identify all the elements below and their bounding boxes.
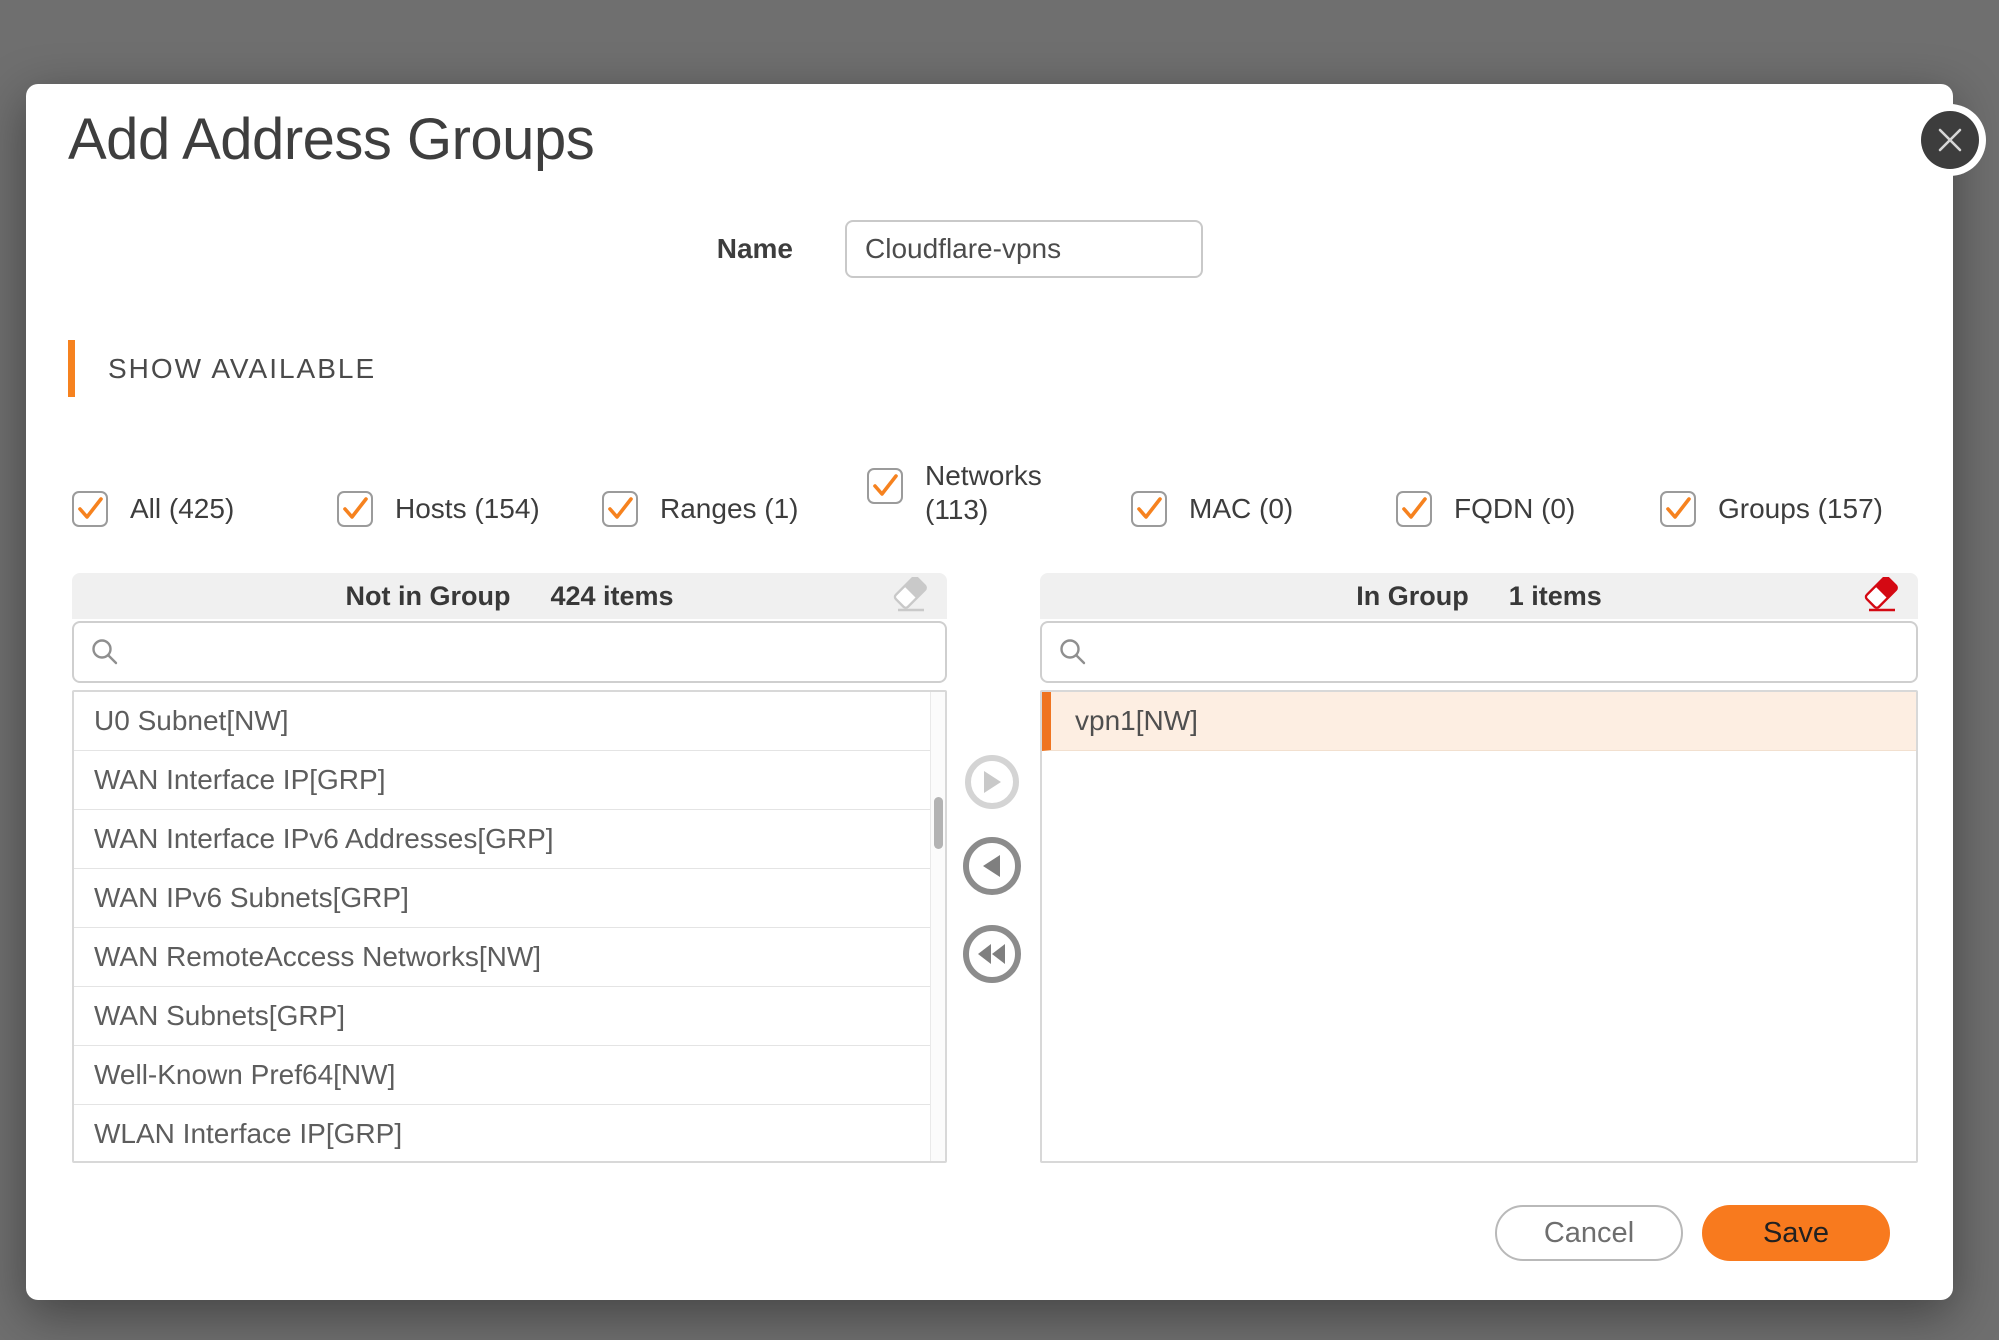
check-icon — [1133, 493, 1165, 525]
check-icon — [1398, 493, 1430, 525]
filter-checkbox-hosts[interactable]: Hosts (154) — [337, 487, 540, 531]
close-icon — [1937, 127, 1963, 153]
filter-checkbox-groups[interactable]: Groups (157) — [1660, 487, 1883, 531]
section-accent-bar — [68, 340, 75, 397]
not-in-group-search[interactable] — [72, 621, 947, 683]
search-input[interactable] — [1100, 636, 1900, 669]
checkbox[interactable] — [1660, 491, 1696, 527]
list-item[interactable]: U0 Subnet[NW] — [74, 692, 945, 751]
list-scrollbar[interactable] — [930, 692, 945, 1161]
filter-label: Networks(113) — [925, 459, 1042, 527]
move-left-button[interactable] — [963, 837, 1021, 895]
list-item[interactable]: Well-Known Pref64[NW] — [74, 1046, 945, 1105]
checkbox[interactable] — [867, 468, 903, 504]
cancel-button[interactable]: Cancel — [1495, 1205, 1683, 1261]
filter-checkbox-fqdn[interactable]: FQDN (0) — [1396, 487, 1575, 531]
check-icon — [74, 493, 106, 525]
list-item[interactable]: WAN Subnets[GRP] — [74, 987, 945, 1046]
move-all-left-button[interactable] — [963, 925, 1021, 983]
list-item[interactable]: WAN RemoteAccess Networks[NW] — [74, 928, 945, 987]
dimmed-overlay: Add Address Groups Name SHOW AVAILABLE A… — [0, 0, 1999, 1340]
filter-label: Hosts (154) — [395, 492, 540, 526]
clear-group-icon[interactable] — [1862, 577, 1900, 615]
not-in-group-panel: Not in Group 424 items U0 Subn — [72, 573, 947, 1163]
filter-label: Ranges (1) — [660, 492, 799, 526]
search-icon — [1058, 637, 1088, 667]
arrow-left-icon — [982, 854, 1002, 878]
clear-selection-icon[interactable] — [891, 577, 929, 615]
filter-checkbox-networks[interactable]: Networks(113) — [867, 452, 1042, 524]
checkbox[interactable] — [602, 491, 638, 527]
arrow-right-icon — [982, 770, 1002, 794]
checkbox[interactable] — [337, 491, 373, 527]
panel-count: 1 items — [1509, 581, 1602, 612]
add-address-groups-dialog: Add Address Groups Name SHOW AVAILABLE A… — [26, 84, 1953, 1300]
panel-count: 424 items — [550, 581, 673, 612]
in-group-header: In Group 1 items — [1040, 573, 1918, 619]
name-label: Name — [626, 231, 793, 267]
checkbox[interactable] — [72, 491, 108, 527]
filter-label: FQDN (0) — [1454, 492, 1575, 526]
search-input[interactable] — [132, 636, 929, 669]
panel-title: In Group — [1356, 581, 1468, 612]
search-icon — [90, 637, 120, 667]
check-icon — [339, 493, 371, 525]
dialog-title: Add Address Groups — [68, 106, 594, 173]
move-right-button[interactable] — [965, 755, 1019, 809]
filter-checkbox-ranges[interactable]: Ranges (1) — [602, 487, 799, 531]
list-item[interactable]: WAN IPv6 Subnets[GRP] — [74, 869, 945, 928]
checkbox[interactable] — [1131, 491, 1167, 527]
in-group-list: vpn1[NW] — [1040, 690, 1918, 1163]
show-available-section: SHOW AVAILABLE — [68, 340, 376, 397]
checkbox[interactable] — [1396, 491, 1432, 527]
list-item[interactable]: WAN Interface IPv6 Addresses[GRP] — [74, 810, 945, 869]
panel-title: Not in Group — [345, 581, 510, 612]
check-icon — [1662, 493, 1694, 525]
list-item[interactable]: WLAN Interface IP[GRP] — [74, 1105, 945, 1163]
filter-label: All (425) — [130, 492, 234, 526]
not-in-group-header: Not in Group 424 items — [72, 573, 947, 619]
scrollbar-thumb[interactable] — [934, 797, 943, 849]
check-icon — [869, 470, 901, 502]
section-label: SHOW AVAILABLE — [108, 353, 376, 385]
filter-label: MAC (0) — [1189, 492, 1293, 526]
not-in-group-list: U0 Subnet[NW]WAN Interface IP[GRP]WAN In… — [72, 690, 947, 1163]
list-item[interactable]: vpn1[NW] — [1042, 692, 1916, 751]
in-group-search[interactable] — [1040, 621, 1918, 683]
filter-label: Groups (157) — [1718, 492, 1883, 526]
close-button[interactable] — [1921, 111, 1979, 169]
check-icon — [604, 493, 636, 525]
save-button[interactable]: Save — [1702, 1205, 1890, 1261]
list-item[interactable]: WAN Interface IP[GRP] — [74, 751, 945, 810]
filter-checkbox-all[interactable]: All (425) — [72, 487, 234, 531]
double-arrow-left-icon — [977, 943, 1007, 965]
in-group-panel: In Group 1 items vpn1[NW] — [1040, 573, 1918, 1163]
name-input[interactable] — [845, 220, 1203, 278]
filter-checkbox-mac[interactable]: MAC (0) — [1131, 487, 1293, 531]
